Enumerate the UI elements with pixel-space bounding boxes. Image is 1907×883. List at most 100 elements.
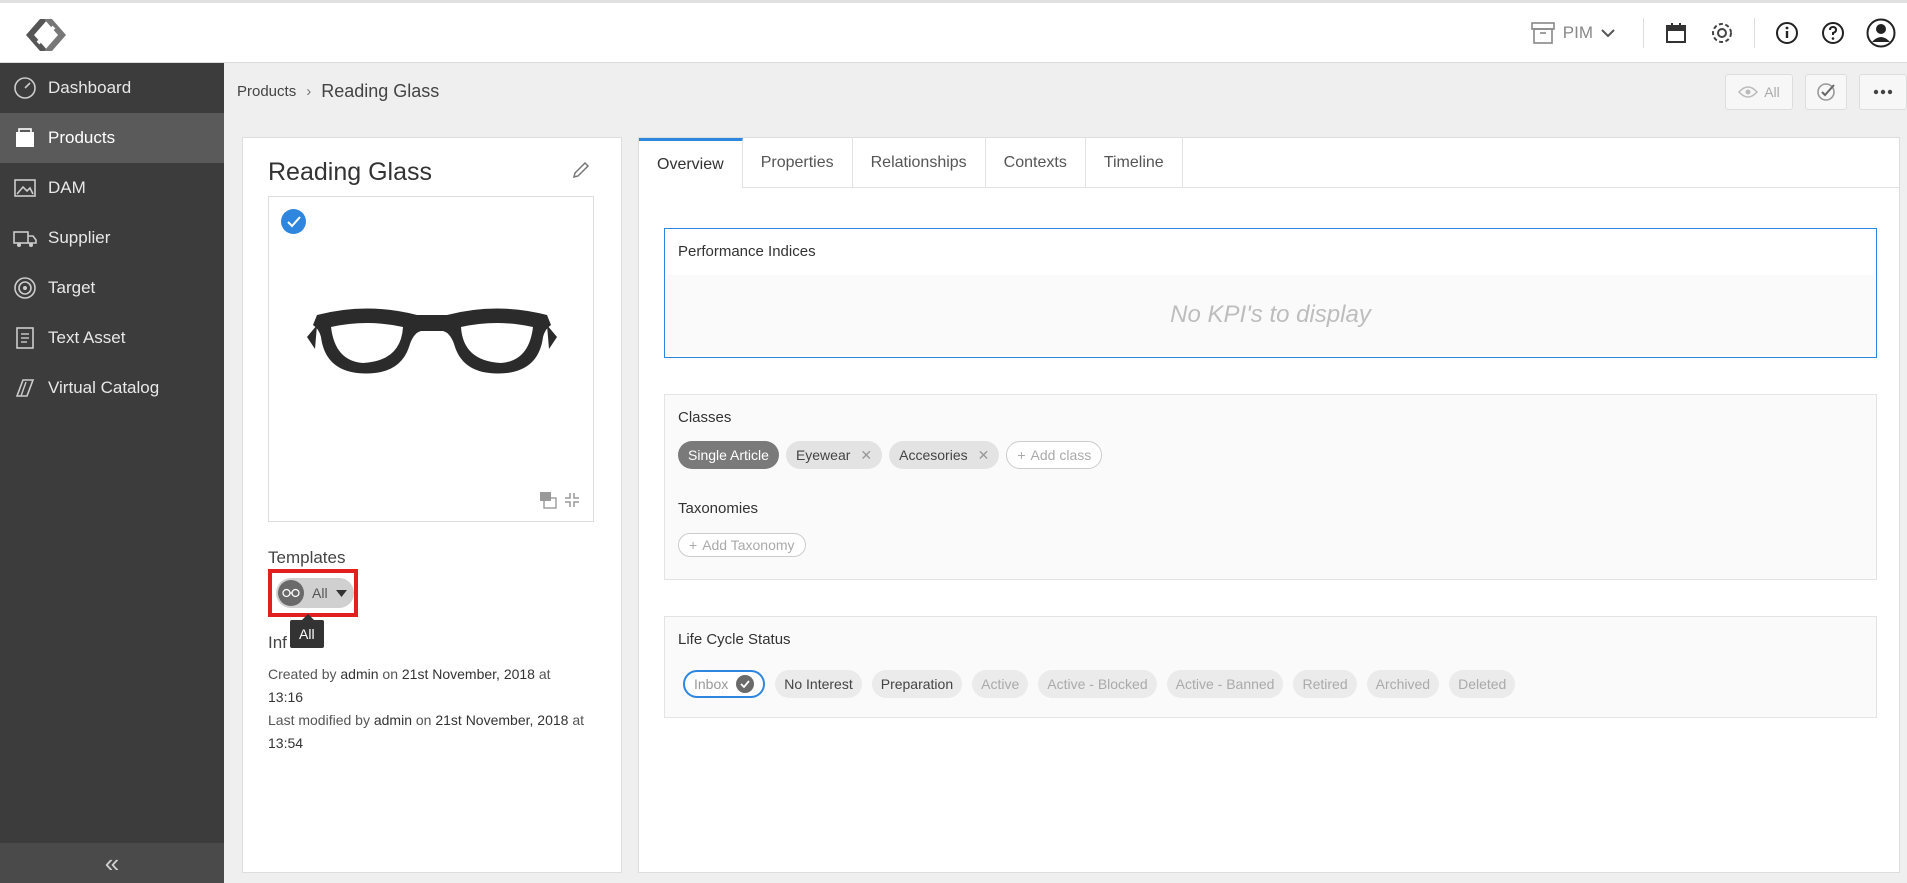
module-label: PIM (1562, 23, 1593, 42)
sidebar-item-label: Virtual Catalog (48, 378, 160, 397)
breadcrumb-separator: › (306, 82, 312, 100)
tab-relationships[interactable]: Relationships (853, 138, 986, 188)
archive-icon (1530, 22, 1555, 44)
information-label: Inf (268, 633, 287, 652)
sidebar-item-dashboard[interactable]: Dashboard (0, 63, 224, 113)
gear-icon[interactable] (1708, 19, 1736, 47)
tab-contexts[interactable]: Contexts (986, 138, 1086, 188)
section-title: Life Cycle Status (678, 631, 791, 648)
class-chip[interactable]: Eyewear ✕ (785, 441, 883, 469)
info-icon[interactable] (1773, 19, 1801, 47)
tab-bar: Overview Properties Relationships Contex… (639, 138, 1899, 188)
target-icon (12, 275, 38, 301)
class-chip[interactable]: Single Article (678, 441, 779, 469)
status-chip[interactable]: No Interest (775, 670, 862, 698)
status-label: Archived (1375, 676, 1431, 692)
created-on-word: on (382, 666, 398, 682)
status-label: Inbox (694, 676, 729, 692)
status-label: Retired (1302, 676, 1348, 692)
status-chip[interactable]: Archived (1366, 670, 1440, 698)
template-value: All (312, 585, 328, 601)
sidebar-item-virtual-catalog[interactable]: Virtual Catalog (0, 363, 224, 413)
status-chip[interactable]: Deleted (1449, 670, 1516, 698)
help-icon[interactable] (1819, 19, 1847, 47)
sidebar-item-products[interactable]: Products (0, 113, 224, 163)
created-time: 13:16 (268, 689, 304, 705)
performance-indices-section: Performance Indices No KPI's to display (664, 228, 1877, 358)
status-label: Active - Banned (1175, 676, 1275, 692)
sidebar-item-supplier[interactable]: Supplier (0, 213, 224, 263)
modified-on-word: on (415, 712, 432, 728)
modified-prefix: Last modified by (268, 712, 370, 728)
ellipsis-icon (1873, 89, 1893, 95)
status-chip[interactable]: Active (972, 670, 1029, 698)
breadcrumb-parent[interactable]: Products (237, 83, 296, 100)
caret-down-icon (335, 589, 347, 597)
dashboard-icon (12, 75, 38, 101)
more-options-button[interactable] (1859, 74, 1907, 110)
divider (1754, 18, 1755, 48)
collapse-sidebar-button[interactable]: « (0, 843, 224, 883)
plus-icon: + (1017, 447, 1026, 463)
user-icon[interactable] (1865, 17, 1897, 49)
add-class-button[interactable]: + Add class (1006, 441, 1103, 469)
classes-section: Classes Single Article Eyewear ✕ Accesori… (664, 394, 1877, 580)
created-by: admin (340, 666, 379, 682)
product-detail-panel: Overview Properties Relationships Contex… (638, 137, 1900, 873)
status-label: Active - Blocked (1047, 676, 1148, 692)
check-button[interactable] (1805, 74, 1847, 110)
calendar-icon[interactable] (1662, 19, 1690, 47)
status-chip[interactable]: Preparation (871, 670, 963, 698)
template-selector-highlight: All (268, 569, 358, 617)
double-chevron-left-icon: « (104, 847, 120, 878)
status-chip[interactable]: Active - Blocked (1038, 670, 1157, 698)
add-taxonomy-label: Add Taxonomy (702, 537, 795, 553)
catalog-icon (12, 375, 38, 401)
created-prefix: Created by (268, 666, 337, 682)
class-chip-label: Eyewear (795, 447, 851, 463)
sidebar-item-label: Dashboard (48, 78, 132, 97)
class-chip[interactable]: Accesories ✕ (889, 441, 1000, 469)
template-selector[interactable]: All (276, 578, 354, 608)
truck-icon (12, 225, 38, 251)
section-title: Taxonomies (678, 500, 759, 517)
audit-info: Created by admin on 21st November, 2018 … (268, 663, 588, 755)
close-icon[interactable]: ✕ (860, 447, 872, 464)
created-date: 21st November, 2018 (401, 666, 535, 682)
sidebar: Dashboard Products DAM Supplier Target T… (0, 63, 224, 883)
status-chip-inbox[interactable]: Inbox (683, 670, 766, 698)
product-summary-panel: Reading Glass Templates All All Inf Crea… (242, 137, 622, 873)
collapse-icon[interactable] (563, 491, 581, 509)
module-switcher[interactable]: PIM (1530, 22, 1623, 44)
view-all-button[interactable]: All (1725, 74, 1793, 110)
status-label: Preparation (880, 676, 954, 692)
logo-icon[interactable] (22, 15, 70, 55)
close-icon[interactable]: ✕ (978, 447, 990, 464)
checkmark-icon (281, 209, 306, 234)
product-image (268, 196, 594, 522)
class-chip-label: Single Article (688, 447, 769, 463)
pencil-icon[interactable] (571, 160, 593, 182)
sidebar-item-text-asset[interactable]: Text Asset (0, 313, 224, 363)
product-title: Reading Glass (268, 158, 432, 186)
status-chip[interactable]: Retired (1293, 670, 1357, 698)
class-chip-label: Accesories (899, 447, 968, 463)
eyeglasses-icon (278, 580, 304, 606)
chevron-down-icon (1601, 29, 1615, 38)
add-taxonomy-button[interactable]: + Add Taxonomy (678, 533, 806, 557)
status-chip[interactable]: Active - Banned (1166, 670, 1284, 698)
tab-overview[interactable]: Overview (639, 138, 743, 188)
tab-properties[interactable]: Properties (743, 138, 853, 188)
gallery-icon[interactable] (539, 491, 557, 509)
sidebar-item-target[interactable]: Target (0, 263, 224, 313)
document-icon (12, 325, 38, 351)
divider (1643, 18, 1644, 48)
eye-icon (1738, 86, 1759, 98)
templates-label: Templates (268, 548, 346, 567)
add-class-label: Add class (1030, 447, 1092, 463)
sidebar-item-dam[interactable]: DAM (0, 163, 224, 213)
image-icon (12, 175, 38, 201)
section-title: Classes (678, 409, 732, 426)
sidebar-item-label: DAM (48, 178, 86, 197)
tab-timeline[interactable]: Timeline (1086, 138, 1183, 188)
